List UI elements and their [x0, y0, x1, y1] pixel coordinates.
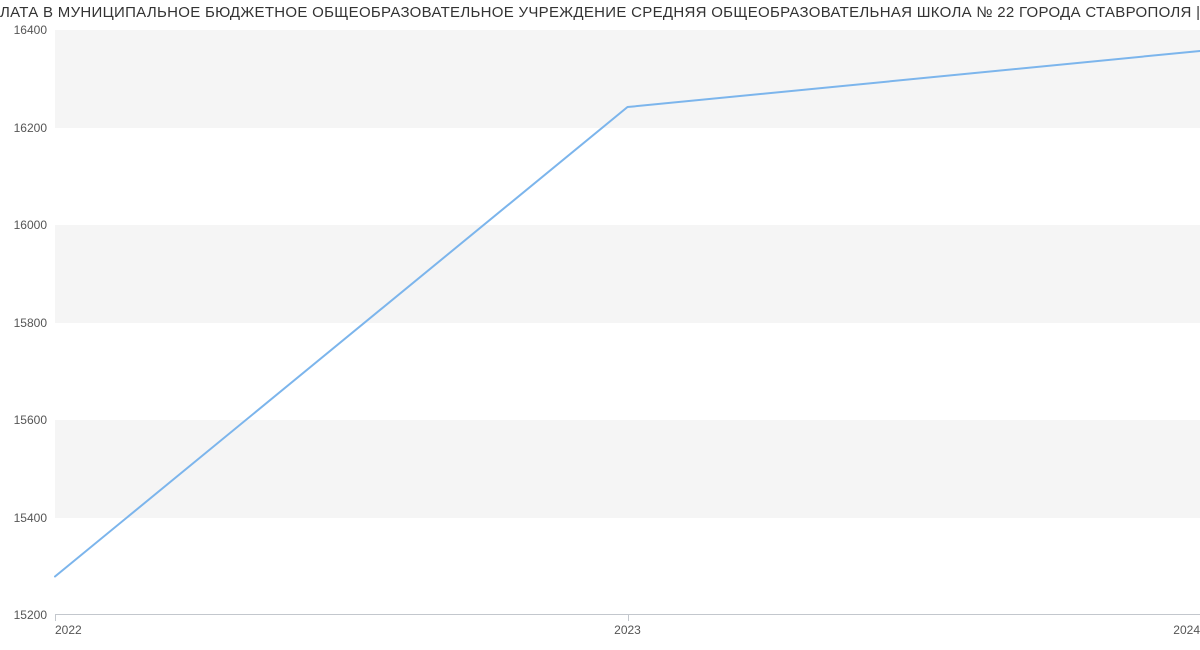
y-tick-label: 16200: [14, 121, 47, 135]
plot-area: 1520015400156001580016000162001640020222…: [55, 30, 1200, 615]
x-tick: [55, 615, 56, 621]
x-tick-label: 2024: [1173, 623, 1200, 637]
x-tick-label: 2023: [614, 623, 641, 637]
y-tick-label: 15800: [14, 316, 47, 330]
chart-container: ЛАТА В МУНИЦИПАЛЬНОЕ БЮДЖЕТНОЕ ОБЩЕОБРАЗ…: [0, 0, 1200, 650]
y-tick-label: 16400: [14, 23, 47, 37]
series-line: [55, 51, 1200, 577]
x-tick-label: 2022: [55, 623, 82, 637]
y-tick-label: 15400: [14, 511, 47, 525]
chart-title: ЛАТА В МУНИЦИПАЛЬНОЕ БЮДЖЕТНОЕ ОБЩЕОБРАЗ…: [0, 4, 1200, 21]
y-tick-label: 16000: [14, 218, 47, 232]
x-tick: [628, 615, 629, 621]
y-tick-label: 15600: [14, 413, 47, 427]
line-layer: [55, 30, 1200, 615]
y-tick-label: 15200: [14, 608, 47, 622]
